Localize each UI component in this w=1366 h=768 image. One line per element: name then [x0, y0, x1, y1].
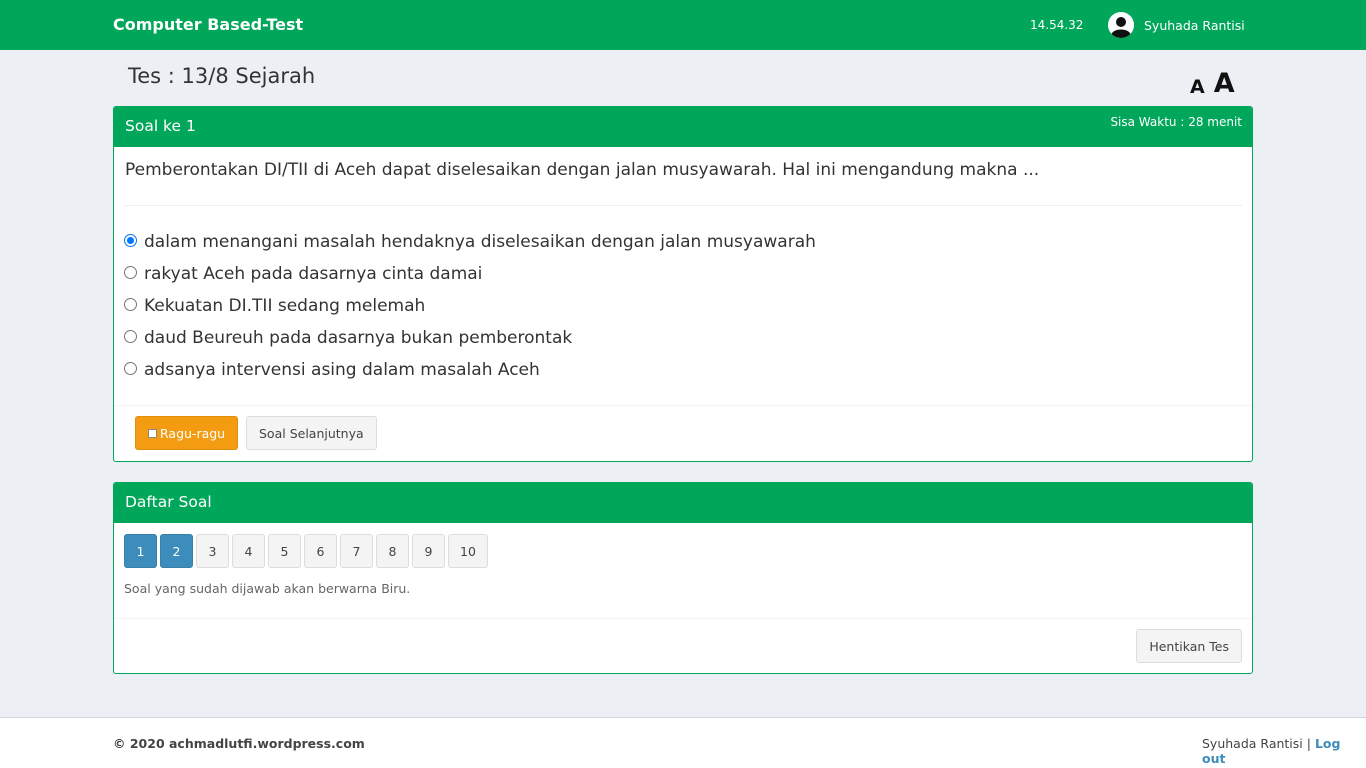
next-question-button[interactable]: Soal Selanjutnya — [246, 416, 377, 450]
font-increase-button[interactable]: A — [1214, 70, 1235, 97]
question-pagination: 1 2 3 4 5 6 7 8 9 10 — [124, 534, 491, 568]
question-page-button-7[interactable]: 7 — [340, 534, 373, 568]
footer-user: Syuhada Rantisi | Log out — [1202, 736, 1366, 766]
question-page-button-6[interactable]: 6 — [304, 534, 337, 568]
user-menu[interactable]: Syuhada Rantisi — [1108, 12, 1245, 38]
radio-button[interactable] — [124, 233, 137, 247]
question-box: Soal ke 1 Sisa Waktu : 28 menit Pemberon… — [113, 106, 1253, 462]
divider — [124, 205, 1242, 206]
question-page-button-8[interactable]: 8 — [376, 534, 409, 568]
answered-note: Soal yang sudah dijawab akan berwarna Bi… — [124, 581, 411, 596]
answer-option-d[interactable]: daud Beureuh pada dasarnya bukan pembero… — [124, 322, 816, 354]
doubt-button[interactable]: Ragu-ragu — [135, 416, 239, 450]
question-page-button-10[interactable]: 10 — [448, 534, 488, 568]
question-page-button-5[interactable]: 5 — [268, 534, 301, 568]
copyright: © 2020 achmadlutfi.wordpress.com — [113, 736, 365, 751]
answer-option-b[interactable]: rakyat Aceh pada dasarnya cinta damai — [124, 258, 816, 290]
time-remaining: Sisa Waktu : 28 menit — [1110, 115, 1242, 129]
answer-option-c[interactable]: Kekuatan DI.TII sedang melemah — [124, 290, 816, 322]
doubt-label: Ragu-ragu — [160, 425, 226, 441]
user-name: Syuhada Rantisi — [1144, 17, 1245, 33]
clock: 14.54.32 — [1030, 18, 1084, 32]
page-title: Tes : 13/8 Sejarah — [128, 64, 316, 88]
app-brand[interactable]: Computer Based-Test — [113, 15, 303, 34]
doubt-checkbox[interactable] — [148, 428, 157, 438]
question-page-button-9[interactable]: 9 — [412, 534, 445, 568]
stop-test-button[interactable]: Hentikan Tes — [1136, 629, 1242, 663]
option-label: daud Beureuh pada dasarnya bukan pembero… — [144, 328, 573, 348]
question-footer: Ragu-ragu Soal Selanjutnya — [114, 405, 1252, 461]
question-page-button-2[interactable]: 2 — [160, 534, 193, 568]
radio-button[interactable] — [124, 265, 137, 279]
option-label: dalam menangani masalah hendaknya disele… — [144, 232, 816, 252]
question-page-button-3[interactable]: 3 — [196, 534, 229, 568]
question-header: Soal ke 1 Sisa Waktu : 28 menit — [114, 107, 1252, 147]
option-label: Kekuatan DI.TII sedang melemah — [144, 296, 426, 316]
radio-button[interactable] — [124, 361, 137, 375]
answer-option-e[interactable]: adsanya intervensi asing dalam masalah A… — [124, 354, 816, 386]
option-label: adsanya intervensi asing dalam masalah A… — [144, 360, 540, 380]
question-list-footer: Hentikan Tes — [114, 618, 1252, 673]
radio-button[interactable] — [124, 329, 137, 343]
answer-options: dalam menangani masalah hendaknya disele… — [124, 226, 816, 386]
radio-button[interactable] — [124, 297, 137, 311]
answer-option-a[interactable]: dalam menangani masalah hendaknya disele… — [124, 226, 816, 258]
question-list-title: Daftar Soal — [125, 493, 212, 511]
question-page-button-1[interactable]: 1 — [124, 534, 157, 568]
question-list-box: Daftar Soal 1 2 3 4 5 6 7 8 9 10 Soal yang sudah … — [113, 482, 1253, 674]
question-text: Pemberontakan DI/TII di Aceh dapat disel… — [125, 160, 1040, 180]
option-label: rakyat Aceh pada dasarnya cinta damai — [144, 264, 483, 284]
font-size-controls: A A — [1190, 70, 1235, 97]
user-avatar-icon — [1108, 12, 1134, 38]
footer-user-name: Syuhada Rantisi — [1202, 736, 1303, 751]
question-page-button-4[interactable]: 4 — [232, 534, 265, 568]
top-navbar: Computer Based-Test 14.54.32 Syuhada Ran… — [0, 0, 1366, 50]
font-decrease-button[interactable]: A — [1190, 78, 1205, 97]
question-list-header: Daftar Soal — [114, 483, 1252, 523]
question-number: Soal ke 1 — [125, 117, 196, 135]
footer-separator: | — [1306, 736, 1311, 751]
main-footer: © 2020 achmadlutfi.wordpress.com Syuhada… — [0, 717, 1366, 768]
